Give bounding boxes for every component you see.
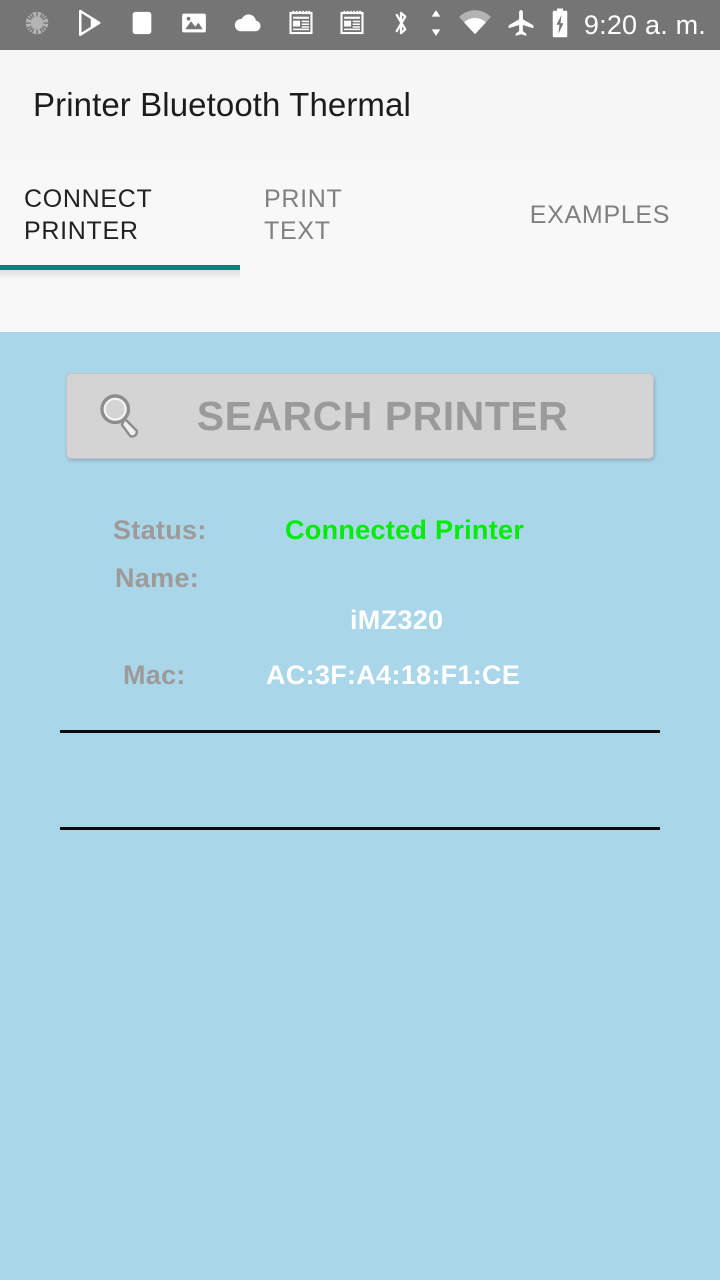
tab-print-text-label: PRINT TEXT: [264, 185, 343, 245]
tab-connect-printer-label: CONNECT PRINTER: [24, 185, 153, 245]
info-divider-1: [60, 730, 660, 733]
tab-connect-printer[interactable]: CONNECT PRINTER: [0, 160, 240, 270]
wifi-icon: [458, 9, 492, 41]
image-icon: [179, 8, 209, 43]
info-row-mac: Mac: AC:3F:A4:18:F1:CE: [0, 650, 720, 706]
data-transfer-icon: [428, 8, 444, 43]
news-article-icon: [287, 9, 315, 42]
cloud-icon: [232, 7, 264, 44]
tab-examples[interactable]: EXAMPLES: [480, 160, 720, 270]
printer-info-table: Status: Connected Printer Name: iMZ320 M…: [0, 507, 720, 830]
search-printer-button-label: SEARCH PRINTER: [196, 392, 569, 439]
bluetooth-icon: [388, 8, 414, 43]
airplane-mode-icon: [506, 8, 536, 43]
status-value: Connected Printer: [285, 515, 525, 545]
page-title: Printer Bluetooth Thermal: [33, 86, 411, 123]
mac-label: Mac:: [123, 660, 186, 690]
tab-bar: CONNECT PRINTER PRINT TEXT EXAMPLES: [0, 160, 720, 332]
mac-value: AC:3F:A4:18:F1:CE: [266, 660, 521, 690]
battery-charging-icon: [550, 8, 570, 43]
info-row-name: Name: iMZ320: [0, 555, 720, 650]
app-screen: 9:20 a. m. Printer Bluetooth Thermal CON…: [0, 0, 720, 1280]
info-divider-2: [60, 827, 660, 830]
tab-indicator-shadow: [0, 270, 240, 280]
status-label: Status:: [113, 515, 207, 545]
status-bar-right-icons: 9:20 a. m.: [388, 8, 720, 43]
sync-spinner-icon: [22, 8, 52, 43]
news-article-icon-2: [338, 9, 366, 42]
status-bar-clock: 9:20 a. m.: [583, 9, 706, 40]
name-value: iMZ320: [350, 605, 444, 635]
status-bar: 9:20 a. m.: [0, 0, 720, 50]
app-title-bar: Printer Bluetooth Thermal: [0, 50, 720, 160]
tab-examples-label: EXAMPLES: [529, 201, 671, 229]
name-label: Name:: [115, 563, 200, 593]
magnifier-icon: [94, 388, 146, 445]
main-content: SEARCH PRINTER Status: Connected Printer…: [0, 332, 720, 1280]
white-square-icon: [128, 9, 156, 42]
google-play-icon: [75, 8, 105, 43]
tab-print-text[interactable]: PRINT TEXT: [240, 160, 480, 270]
search-printer-button[interactable]: SEARCH PRINTER: [66, 373, 654, 459]
status-bar-left-icons: [0, 7, 388, 44]
info-row-status: Status: Connected Printer: [0, 507, 720, 555]
